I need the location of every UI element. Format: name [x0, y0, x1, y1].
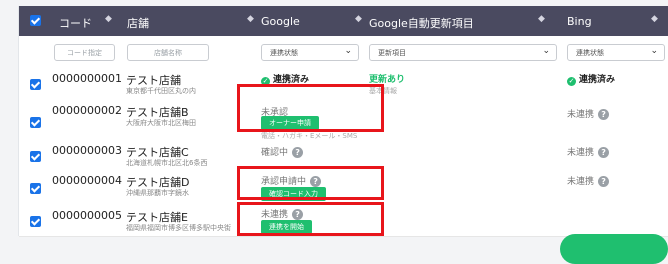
- help-icon[interactable]: ?: [598, 147, 610, 158]
- sort-code-icon[interactable]: ◆: [105, 14, 112, 24]
- store-address: 大阪府大阪市北区梅田: [126, 119, 196, 127]
- bing-status: 未連携?: [567, 107, 610, 120]
- chevron-down-icon: ⌄: [542, 46, 550, 56]
- header-store[interactable]: 店舗: [127, 15, 149, 31]
- store-code: 0000000004: [52, 174, 122, 187]
- sort-store-icon[interactable]: ◆: [247, 14, 254, 24]
- row-checkbox[interactable]: [30, 117, 41, 128]
- header-code[interactable]: コード: [59, 15, 92, 31]
- highlight-box-start-link: [237, 202, 384, 236]
- check-circle-icon: ✓: [567, 77, 576, 86]
- help-icon[interactable]: ?: [598, 109, 610, 120]
- google-status-select-label: 連携状態: [270, 49, 298, 57]
- highlight-box-enter-code: [237, 166, 384, 200]
- help-icon[interactable]: ?: [598, 176, 610, 187]
- bing-status: 未連携?: [567, 174, 610, 187]
- table-header: コード ◆ 店舗 ◆ Google ◆ Google自動更新項目 ◆ Bing …: [19, 6, 668, 36]
- store-address: 北海道札幌市北区北6条西: [126, 159, 208, 167]
- row-checkbox[interactable]: [30, 216, 41, 227]
- store-address: 東京都千代田区丸の内: [126, 87, 196, 95]
- highlight-box-owner-request: [237, 84, 384, 132]
- store-code: 0000000001: [52, 72, 122, 85]
- google-status: 確認中?: [261, 145, 304, 158]
- sort-google-icon[interactable]: ◆: [355, 14, 362, 24]
- auto-update-select-label: 更新項目: [378, 49, 406, 57]
- google-status-select[interactable]: 連携状態 ⌄: [261, 44, 359, 61]
- bing-status-select-label: 連携状態: [576, 49, 604, 57]
- bing-status-select[interactable]: 連携状態 ⌄: [567, 44, 665, 61]
- sort-bing-icon[interactable]: ◆: [651, 14, 658, 24]
- store-address: 福岡県福岡市博多区博多駅中央街: [126, 224, 231, 232]
- floating-action-button[interactable]: [560, 234, 668, 264]
- bing-status: ✓ 連携済み: [567, 75, 616, 86]
- row-checkbox[interactable]: [30, 183, 41, 194]
- header-bing[interactable]: Bing: [567, 15, 592, 28]
- code-filter-input[interactable]: コード指定: [54, 44, 115, 61]
- chevron-down-icon: ⌄: [344, 46, 352, 56]
- row-checkbox[interactable]: [30, 151, 41, 162]
- help-icon[interactable]: ?: [292, 147, 304, 158]
- filter-row: コード指定 店舗名称 連携状態 ⌄ 更新項目 ⌄ 連携状態 ⌄: [19, 36, 668, 67]
- chevron-down-icon: ⌄: [650, 46, 658, 56]
- row-checkbox[interactable]: [30, 79, 41, 90]
- store-filter-input[interactable]: 店舗名称: [127, 44, 209, 61]
- store-code: 0000000005: [52, 209, 122, 222]
- auto-update-select[interactable]: 更新項目 ⌄: [369, 44, 557, 61]
- bing-status: 未連携?: [567, 145, 610, 158]
- store-address: 沖縄県那覇市字鏡水: [126, 189, 189, 197]
- store-code: 0000000003: [52, 144, 122, 157]
- header-google-auto[interactable]: Google自動更新項目: [369, 15, 474, 31]
- sort-google-auto-icon[interactable]: ◆: [538, 14, 545, 24]
- select-all-checkbox[interactable]: [30, 15, 41, 26]
- store-code: 0000000002: [52, 104, 122, 117]
- header-google[interactable]: Google: [261, 15, 300, 28]
